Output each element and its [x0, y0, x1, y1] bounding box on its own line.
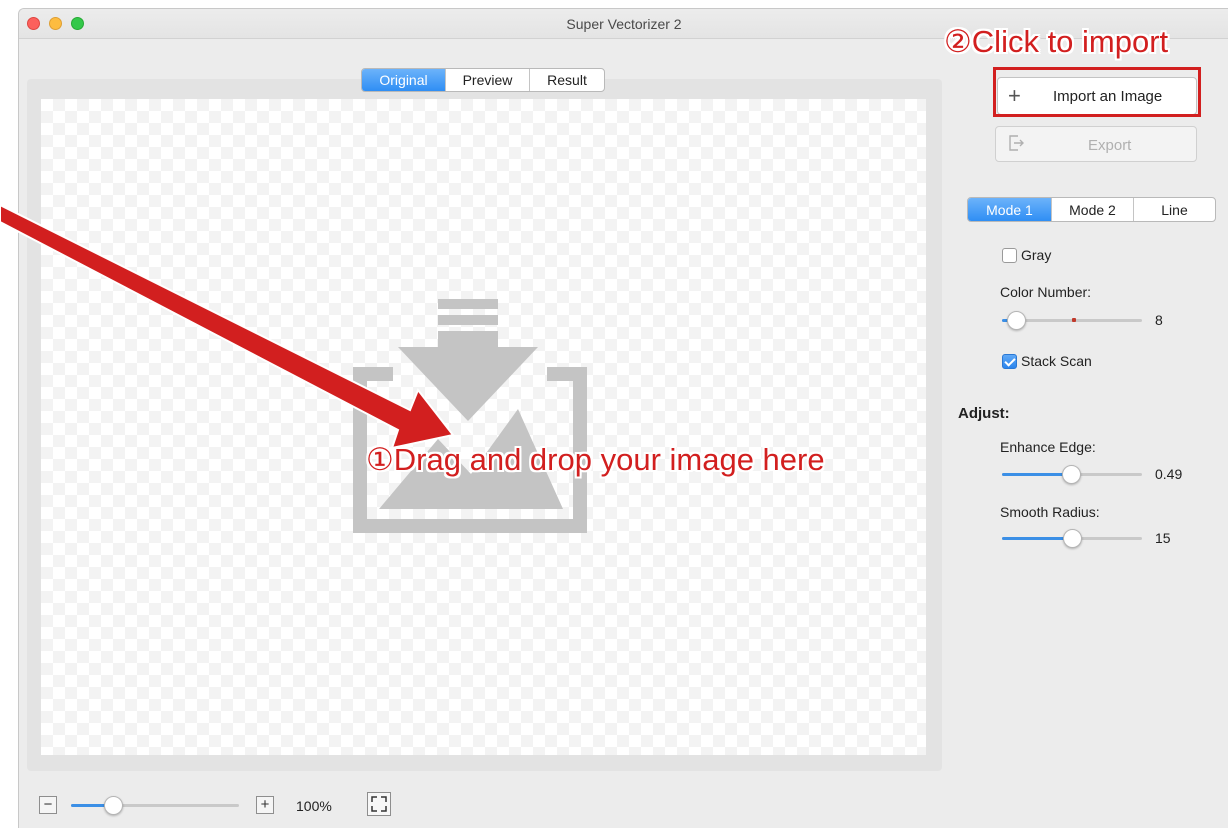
drop-image-icon — [353, 299, 587, 533]
stack-scan-label: Stack Scan — [1021, 353, 1092, 369]
import-annotation: ②Click to import — [944, 24, 1169, 59]
slider-knob[interactable] — [104, 796, 123, 815]
enhance-edge-slider[interactable] — [1002, 464, 1142, 484]
export-icon — [1009, 135, 1024, 151]
canvas-panel — [27, 79, 942, 771]
zoom-in-button[interactable]: + — [256, 796, 274, 814]
stack-scan-checkbox[interactable] — [1002, 354, 1017, 369]
tab-result[interactable]: Result — [530, 69, 604, 91]
slider-marker — [1072, 318, 1076, 322]
enhance-edge-label: Enhance Edge: — [1000, 439, 1096, 455]
import-highlight-box — [993, 67, 1201, 117]
smooth-radius-slider[interactable] — [1002, 528, 1142, 548]
adjust-heading: Adjust: — [958, 405, 1010, 422]
tab-mode-2[interactable]: Mode 2 — [1052, 198, 1134, 221]
tab-mode-1[interactable]: Mode 1 — [968, 198, 1052, 221]
fullscreen-icon — [371, 796, 387, 812]
gray-label: Gray — [1021, 247, 1052, 263]
export-button[interactable]: Export — [995, 126, 1197, 162]
zoom-bar: − + 100% — [19, 789, 439, 821]
enhance-edge-value: 0.49 — [1155, 466, 1183, 482]
drop-annotation: ①Drag and drop your image here — [366, 442, 825, 477]
image-drop-area[interactable] — [41, 99, 926, 755]
color-number-value: 8 — [1155, 312, 1163, 328]
tab-preview[interactable]: Preview — [446, 69, 530, 91]
slider-fill — [1002, 473, 1071, 476]
color-number-label: Color Number: — [1000, 284, 1092, 300]
slider-fill — [1002, 537, 1072, 540]
zoom-out-button[interactable]: − — [39, 796, 57, 814]
slider-knob[interactable] — [1062, 465, 1081, 484]
zoom-level: 100% — [296, 798, 332, 814]
smooth-radius-value: 15 — [1155, 530, 1171, 546]
smooth-radius-label: Smooth Radius: — [1000, 504, 1100, 520]
zoom-slider[interactable] — [71, 795, 239, 815]
app-window: Super Vectorizer 2 Original Preview Resu… — [18, 8, 1228, 828]
gray-checkbox[interactable] — [1002, 248, 1017, 263]
export-button-label: Export — [1088, 137, 1132, 154]
mode-tab-group: Mode 1 Mode 2 Line — [967, 197, 1216, 222]
color-number-slider[interactable] — [1002, 310, 1142, 330]
slider-knob[interactable] — [1007, 311, 1026, 330]
slider-knob[interactable] — [1063, 529, 1082, 548]
fit-to-window-button[interactable] — [367, 792, 391, 816]
tab-original[interactable]: Original — [362, 69, 446, 91]
view-tab-group: Original Preview Result — [361, 68, 605, 92]
tab-line[interactable]: Line — [1134, 198, 1215, 221]
